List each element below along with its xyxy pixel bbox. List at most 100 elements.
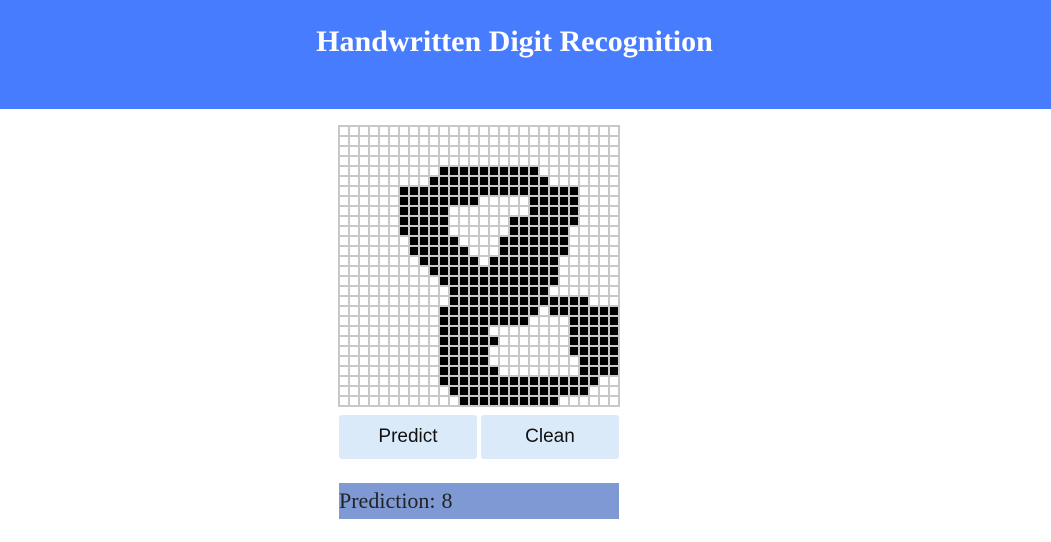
canvas-cell[interactable] xyxy=(389,286,399,296)
canvas-cell[interactable] xyxy=(419,276,429,286)
canvas-cell[interactable] xyxy=(479,266,489,276)
canvas-cell[interactable] xyxy=(379,286,389,296)
canvas-cell[interactable] xyxy=(459,326,469,336)
canvas-cell[interactable] xyxy=(529,346,539,356)
canvas-cell[interactable] xyxy=(609,276,619,286)
canvas-cell[interactable] xyxy=(579,156,589,166)
canvas-cell[interactable] xyxy=(339,326,349,336)
canvas-cell[interactable] xyxy=(379,126,389,136)
canvas-cell[interactable] xyxy=(419,316,429,326)
canvas-cell[interactable] xyxy=(509,336,519,346)
canvas-cell[interactable] xyxy=(409,206,419,216)
canvas-cell[interactable] xyxy=(389,346,399,356)
canvas-cell[interactable] xyxy=(379,246,389,256)
canvas-cell[interactable] xyxy=(589,176,599,186)
canvas-cell[interactable] xyxy=(389,306,399,316)
canvas-cell[interactable] xyxy=(429,176,439,186)
canvas-cell[interactable] xyxy=(539,226,549,236)
canvas-cell[interactable] xyxy=(439,206,449,216)
canvas-cell[interactable] xyxy=(429,286,439,296)
canvas-cell[interactable] xyxy=(589,356,599,366)
canvas-cell[interactable] xyxy=(539,196,549,206)
canvas-cell[interactable] xyxy=(579,196,589,206)
canvas-cell[interactable] xyxy=(519,346,529,356)
canvas-cell[interactable] xyxy=(519,156,529,166)
canvas-cell[interactable] xyxy=(599,326,609,336)
canvas-cell[interactable] xyxy=(389,176,399,186)
canvas-cell[interactable] xyxy=(399,306,409,316)
canvas-cell[interactable] xyxy=(399,156,409,166)
canvas-cell[interactable] xyxy=(419,186,429,196)
canvas-cell[interactable] xyxy=(529,316,539,326)
canvas-cell[interactable] xyxy=(609,346,619,356)
canvas-cell[interactable] xyxy=(519,236,529,246)
canvas-cell[interactable] xyxy=(559,196,569,206)
canvas-cell[interactable] xyxy=(339,196,349,206)
canvas-cell[interactable] xyxy=(489,356,499,366)
canvas-cell[interactable] xyxy=(459,356,469,366)
canvas-cell[interactable] xyxy=(589,236,599,246)
canvas-cell[interactable] xyxy=(579,336,589,346)
canvas-cell[interactable] xyxy=(559,186,569,196)
canvas-cell[interactable] xyxy=(599,256,609,266)
canvas-cell[interactable] xyxy=(469,196,479,206)
canvas-cell[interactable] xyxy=(559,396,569,406)
canvas-cell[interactable] xyxy=(339,176,349,186)
canvas-cell[interactable] xyxy=(379,226,389,236)
canvas-cell[interactable] xyxy=(529,256,539,266)
canvas-cell[interactable] xyxy=(499,196,509,206)
canvas-cell[interactable] xyxy=(399,396,409,406)
canvas-cell[interactable] xyxy=(349,316,359,326)
canvas-cell[interactable] xyxy=(569,306,579,316)
canvas-cell[interactable] xyxy=(349,196,359,206)
canvas-cell[interactable] xyxy=(489,266,499,276)
canvas-cell[interactable] xyxy=(499,226,509,236)
canvas-cell[interactable] xyxy=(409,156,419,166)
canvas-cell[interactable] xyxy=(379,276,389,286)
canvas-cell[interactable] xyxy=(519,286,529,296)
canvas-cell[interactable] xyxy=(549,176,559,186)
canvas-cell[interactable] xyxy=(589,336,599,346)
canvas-cell[interactable] xyxy=(609,156,619,166)
canvas-cell[interactable] xyxy=(529,136,539,146)
canvas-cell[interactable] xyxy=(609,216,619,226)
canvas-cell[interactable] xyxy=(429,156,439,166)
canvas-cell[interactable] xyxy=(509,156,519,166)
canvas-cell[interactable] xyxy=(539,296,549,306)
canvas-cell[interactable] xyxy=(559,286,569,296)
canvas-cell[interactable] xyxy=(569,176,579,186)
canvas-cell[interactable] xyxy=(469,356,479,366)
canvas-cell[interactable] xyxy=(449,256,459,266)
canvas-cell[interactable] xyxy=(349,336,359,346)
canvas-cell[interactable] xyxy=(509,186,519,196)
canvas-cell[interactable] xyxy=(389,276,399,286)
canvas-cell[interactable] xyxy=(579,146,589,156)
canvas-cell[interactable] xyxy=(339,336,349,346)
canvas-cell[interactable] xyxy=(609,356,619,366)
canvas-cell[interactable] xyxy=(589,126,599,136)
canvas-cell[interactable] xyxy=(479,326,489,336)
canvas-cell[interactable] xyxy=(499,216,509,226)
canvas-cell[interactable] xyxy=(409,166,419,176)
canvas-cell[interactable] xyxy=(399,136,409,146)
canvas-cell[interactable] xyxy=(489,306,499,316)
canvas-cell[interactable] xyxy=(509,216,519,226)
canvas-cell[interactable] xyxy=(589,326,599,336)
canvas-cell[interactable] xyxy=(539,286,549,296)
canvas-cell[interactable] xyxy=(519,356,529,366)
canvas-cell[interactable] xyxy=(489,326,499,336)
canvas-cell[interactable] xyxy=(559,346,569,356)
canvas-cell[interactable] xyxy=(379,376,389,386)
canvas-cell[interactable] xyxy=(579,376,589,386)
canvas-cell[interactable] xyxy=(459,156,469,166)
canvas-cell[interactable] xyxy=(599,216,609,226)
canvas-cell[interactable] xyxy=(439,306,449,316)
canvas-cell[interactable] xyxy=(469,146,479,156)
canvas-cell[interactable] xyxy=(609,256,619,266)
canvas-cell[interactable] xyxy=(349,266,359,276)
canvas-cell[interactable] xyxy=(489,166,499,176)
canvas-cell[interactable] xyxy=(549,256,559,266)
canvas-cell[interactable] xyxy=(429,296,439,306)
canvas-cell[interactable] xyxy=(359,226,369,236)
canvas-cell[interactable] xyxy=(489,126,499,136)
